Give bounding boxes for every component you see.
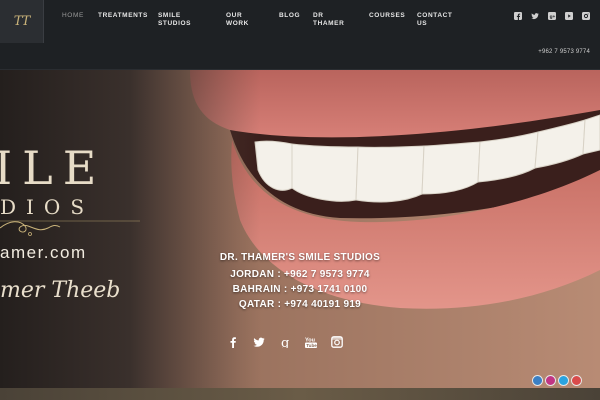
- svg-text:g+: g+: [550, 15, 556, 20]
- floating-social-icons: [532, 375, 582, 386]
- nav-dr-thamer[interactable]: DR THAMER: [313, 12, 345, 28]
- facebook-round-icon[interactable]: [532, 375, 543, 386]
- hero-social-icons: g You Tube: [227, 336, 343, 348]
- banner-studios-word: DIOS: [0, 195, 95, 219]
- twitter-icon[interactable]: [531, 12, 539, 20]
- nav-smile-studios[interactable]: SMILE STUDIOS: [158, 12, 198, 28]
- header-phone[interactable]: +962 7 9573 9774: [538, 49, 590, 55]
- twitter-round-icon[interactable]: [558, 375, 569, 386]
- youtube-icon[interactable]: [565, 12, 573, 20]
- nav-courses[interactable]: COURSES: [369, 12, 411, 20]
- svg-text:g: g: [281, 336, 289, 348]
- nav-treatments[interactable]: TREATMENTS: [98, 12, 150, 20]
- instagram-icon[interactable]: [582, 12, 590, 20]
- phone-qatar[interactable]: QATAR : +974 40191 919: [215, 297, 385, 312]
- header-social-icons: g+: [514, 12, 590, 20]
- facebook-icon[interactable]: [227, 336, 239, 348]
- google-plus-icon[interactable]: g: [279, 336, 291, 348]
- nav-blog[interactable]: BLOG: [279, 12, 307, 20]
- youtube-icon[interactable]: You Tube: [305, 336, 317, 348]
- banner-website: amer.com: [0, 243, 87, 262]
- youtube-round-icon[interactable]: [571, 375, 582, 386]
- contact-info-block: DR. THAMER'S SMILE STUDIOS JORDAN : +962…: [215, 252, 385, 312]
- facebook-icon[interactable]: [514, 12, 522, 20]
- banner-signature: mer Theeb: [0, 278, 121, 303]
- footer-strip: [0, 388, 600, 400]
- phone-bahrain[interactable]: BAHRAIN : +973 1741 0100: [215, 282, 385, 297]
- instagram-icon[interactable]: [331, 336, 343, 348]
- ornament-flourish-icon: [0, 221, 61, 236]
- google-plus-icon[interactable]: g+: [548, 12, 556, 20]
- banner-smile-word: ILE: [0, 141, 107, 195]
- site-logo[interactable]: TT: [0, 0, 44, 43]
- hero-banner: ILE DIOS amer.com mer Theeb DR. THAMER'S…: [0, 70, 600, 388]
- nav-our-work[interactable]: OUR WORK: [226, 12, 256, 28]
- instagram-round-icon[interactable]: [545, 375, 556, 386]
- svg-text:Tube: Tube: [306, 343, 317, 348]
- logo-monogram: TT: [13, 14, 31, 29]
- site-header: TT HOME TREATMENTS SMILE STUDIOS OUR WOR…: [0, 0, 600, 70]
- phone-jordan[interactable]: JORDAN : +962 7 9573 9774: [215, 267, 385, 282]
- twitter-icon[interactable]: [253, 336, 265, 348]
- nav-contact-us[interactable]: CONTACT US: [417, 12, 452, 28]
- nav-home[interactable]: HOME: [62, 12, 92, 20]
- clinic-title: DR. THAMER'S SMILE STUDIOS: [219, 252, 381, 263]
